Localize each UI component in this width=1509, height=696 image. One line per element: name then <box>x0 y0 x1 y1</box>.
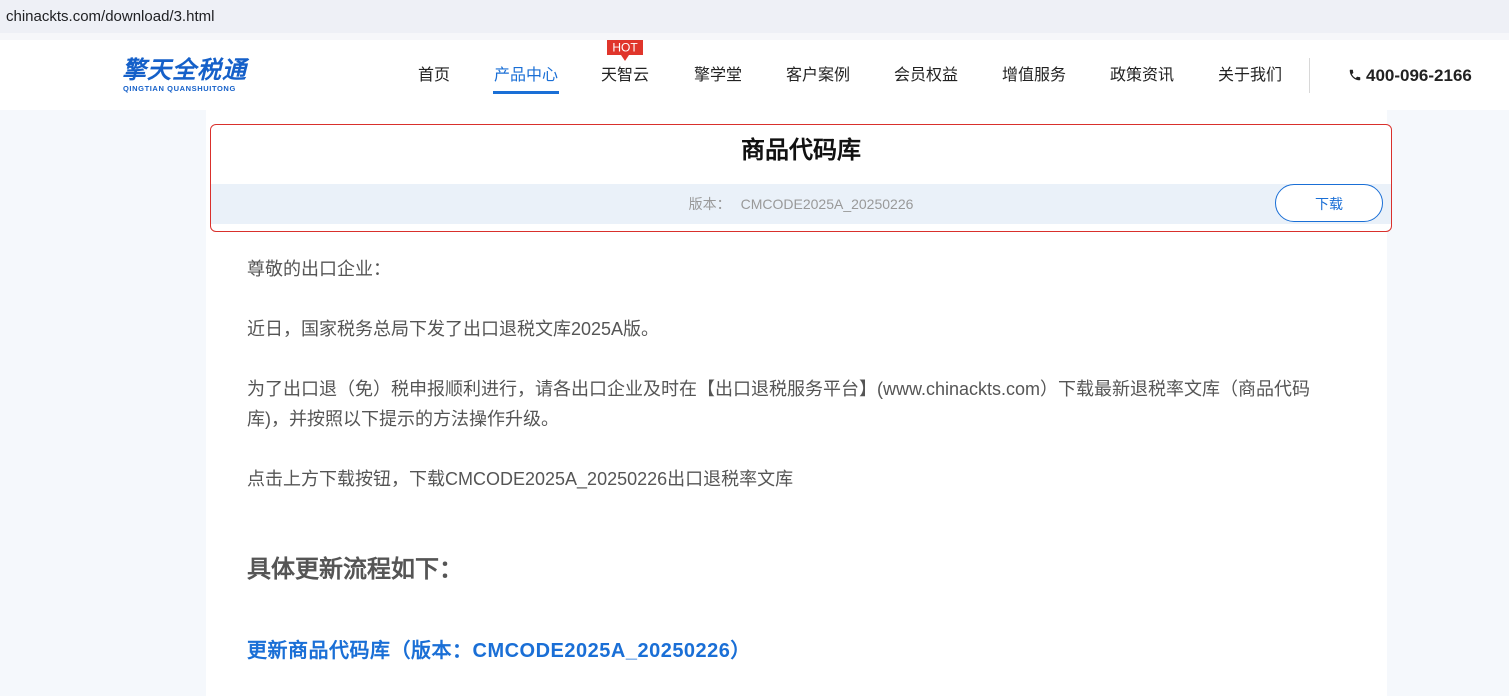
page-title: 商品代码库 <box>741 137 861 164</box>
version-bar: 版本： CMCODE2025A_20250226 <box>211 184 1391 224</box>
version-value: CMCODE2025A_20250226 <box>740 196 914 212</box>
site-header: 擎天全税通 QINGTIAN QUANSHUITONG 首页 产品中心 HOT … <box>0 40 1509 110</box>
nav-policy[interactable]: 政策资讯 <box>1110 64 1174 88</box>
nav-home[interactable]: 首页 <box>418 64 450 88</box>
greeting-text: 尊敬的出口企业： <box>247 259 391 279</box>
phone-icon <box>1349 69 1361 81</box>
logo-subtext: QINGTIAN QUANSHUITONG <box>123 84 236 93</box>
toolbar-divider <box>0 33 1509 40</box>
hot-badge-label: HOT <box>612 41 638 55</box>
download-button[interactable]: 下载 <box>1275 184 1383 222</box>
version-info: 版本： CMCODE2025A_20250226 <box>211 184 1391 224</box>
paragraph-notice: 近日，国家税务总局下发了出口退税文库2025A版。 <box>247 319 660 339</box>
paragraph-download-hint: 点击上方下载按钮，下载CMCODE2025A_20250226出口退税率文库 <box>247 469 794 489</box>
nav-tianzhiyun[interactable]: 天智云 <box>601 64 649 88</box>
nav-divider <box>1309 58 1310 93</box>
section-heading: 具体更新流程如下： <box>247 556 463 583</box>
nav-active-indicator <box>493 91 559 94</box>
version-label: 版本： <box>688 196 731 212</box>
phone-number[interactable]: 400-096-2166 <box>1348 64 1472 88</box>
logo-text: 擎天全税通 <box>122 57 247 84</box>
phone-text: 400-096-2166 <box>1366 66 1472 85</box>
hot-badge: HOT <box>607 40 643 61</box>
paragraph-instructions: 为了出口退（免）税申报顺利进行，请各出口企业及时在【出口退税服务平台】(www.… <box>247 379 1311 429</box>
nav-academy[interactable]: 擎学堂 <box>694 64 742 88</box>
nav-cases[interactable]: 客户案例 <box>786 64 850 88</box>
update-title: 更新商品代码库（版本：CMCODE2025A_20250226） <box>247 640 751 662</box>
address-bar[interactable]: chinackts.com/download/3.html <box>0 0 1509 33</box>
nav-membership[interactable]: 会员权益 <box>894 64 958 88</box>
nav-products[interactable]: 产品中心 <box>494 64 558 88</box>
nav-about[interactable]: 关于我们 <box>1218 64 1282 88</box>
site-logo[interactable]: 擎天全税通 QINGTIAN QUANSHUITONG <box>122 57 250 93</box>
download-card: 商品代码库 版本： CMCODE2025A_20250226 下载 <box>210 124 1392 232</box>
url-text: chinackts.com/download/3.html <box>6 8 215 25</box>
nav-services[interactable]: 增值服务 <box>1002 64 1066 88</box>
